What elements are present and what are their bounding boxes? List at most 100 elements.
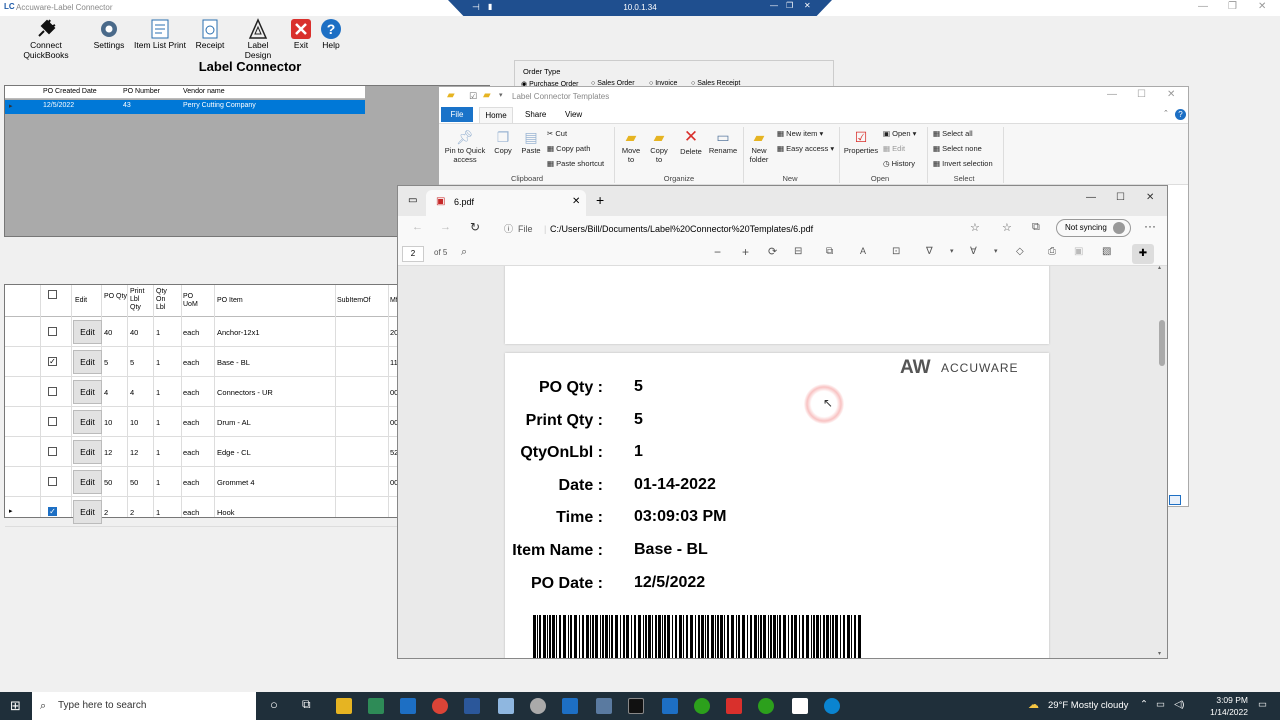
tab-actions-icon[interactable]: ▭ (408, 195, 417, 206)
po-row-selected[interactable]: ▸ 12/5/2022 43 Perry Cutting Company (5, 100, 365, 114)
row-checkbox[interactable]: ✓ (48, 357, 57, 366)
rotate-icon[interactable]: ⟳ (768, 245, 777, 258)
app-taskbar-icon-3[interactable] (562, 698, 578, 714)
paste-button[interactable]: ▤ Paste (519, 129, 543, 155)
edit-button[interactable]: Edit (73, 410, 102, 434)
maximize-icon[interactable]: ❐ (1228, 1, 1237, 12)
taskbar-search[interactable]: ⌕ Type here to search (32, 692, 256, 720)
app-taskbar-icon-2[interactable] (530, 698, 546, 714)
edge-browser-window[interactable]: ▭ ▣ 6.pdf ✕ + — ☐ ✕ ← → ↻ ⓘ File | C:/Us… (397, 185, 1168, 659)
select-all-button[interactable]: ▦ Select all (933, 129, 973, 138)
search-icon[interactable]: ⌕ (461, 246, 467, 259)
forward-icon[interactable]: → (440, 221, 451, 233)
header-po-number[interactable]: PO Number (123, 88, 160, 95)
tab-home[interactable]: Home (479, 107, 513, 123)
cortana-icon[interactable]: ○ (270, 697, 278, 712)
row-checkbox[interactable] (48, 477, 57, 486)
new-folder-button[interactable]: ▰ New folder (745, 129, 773, 164)
erase-icon[interactable]: ◇ (1016, 246, 1024, 257)
help-button[interactable]: ? Help (318, 18, 344, 50)
page-number-input[interactable]: 2 (402, 246, 424, 262)
network-icon[interactable]: ▭ (1156, 699, 1165, 710)
quickbooks-taskbar-icon-2[interactable] (758, 698, 774, 714)
header-po-created-date[interactable]: PO Created Date (43, 88, 97, 95)
delete-button[interactable]: ✕ Delete (677, 127, 705, 156)
table-row[interactable]: Edit40401eachAnchor-12x1203 (5, 317, 403, 347)
label-connector-taskbar-icon[interactable] (792, 698, 808, 714)
view-details-icon[interactable] (1169, 495, 1181, 505)
wps-taskbar-icon[interactable] (726, 698, 742, 714)
properties-button[interactable]: ☑ Properties (841, 129, 881, 155)
table-row[interactable]: ▸ ✓ Edit 2 2 1 each Hook (5, 497, 397, 527)
explorer-minimize-icon[interactable]: — (1107, 89, 1117, 100)
favorite-icon[interactable]: ☆ (970, 221, 980, 234)
browser-maximize-icon[interactable]: ☐ (1116, 192, 1125, 203)
windows-start-icon[interactable]: ⊞ (10, 698, 21, 714)
exit-button[interactable]: Exit (288, 18, 314, 50)
copy-button[interactable]: ❐ Copy (491, 129, 515, 155)
add-text-icon[interactable]: ⊡ (892, 246, 900, 257)
rdp-restore-icon[interactable]: ❐ (786, 1, 793, 10)
settings-button[interactable]: Settings (92, 18, 126, 50)
paste-shortcut-button[interactable]: ▦ Paste shortcut (547, 159, 604, 168)
move-to-button[interactable]: ▰ Move to (619, 129, 643, 164)
explorer-close-icon[interactable]: ✕ (1167, 89, 1175, 100)
new-item-button[interactable]: ▦ New item ▾ (777, 129, 823, 138)
edge-taskbar-icon[interactable] (824, 698, 840, 714)
back-icon[interactable]: ← (412, 221, 423, 233)
edit-button[interactable]: Edit (73, 350, 102, 374)
clock-time[interactable]: 3:09 PM (1200, 695, 1248, 705)
page-view-icon[interactable]: ⧉ (826, 246, 833, 257)
zoom-out-icon[interactable]: − (714, 245, 721, 259)
copy-to-button[interactable]: ▰ Copy to (647, 129, 671, 164)
collections-icon[interactable]: ⧉ (1032, 221, 1040, 234)
edit-button[interactable]: Edit (73, 380, 102, 404)
notifications-icon[interactable]: ▭ (1258, 699, 1267, 710)
help-icon[interactable]: ? (1175, 109, 1186, 120)
profile-sync-button[interactable]: Not syncing (1056, 219, 1131, 237)
read-aloud-icon[interactable]: A︎ (860, 246, 866, 256)
tab-view[interactable]: View (565, 110, 582, 119)
tab-pdf[interactable]: ▣ 6.pdf ✕ (426, 190, 586, 216)
task-view-icon[interactable]: ⧉ (302, 697, 311, 712)
easy-access-button[interactable]: ▦ Easy access ▾ (777, 144, 834, 153)
edit-button[interactable]: Edit (73, 500, 102, 524)
app-taskbar-icon-1[interactable] (498, 698, 514, 714)
invert-selection-button[interactable]: ▦ Invert selection (933, 159, 993, 168)
explorer-maximize-icon[interactable]: ☐ (1137, 89, 1146, 100)
scroll-up-icon[interactable]: ▴ (1158, 266, 1161, 271)
items-grid[interactable]: Edit PO Qty Print Lbl Qty Qty On Lbl PO … (4, 284, 403, 527)
refresh-icon[interactable]: ↻ (470, 220, 480, 234)
highlight-icon[interactable]: ∀ (970, 246, 977, 257)
table-row[interactable]: Edit10101eachDrum - AL007 (5, 407, 403, 437)
scrollbar[interactable]: ▴ ▾ (1158, 266, 1166, 658)
favorites-icon[interactable]: ☆ (1002, 221, 1012, 234)
header-vendor-name[interactable]: Vendor name (183, 88, 225, 95)
label-design-button[interactable]: Label Design (234, 18, 282, 60)
fit-page-icon[interactable]: ⊟ (794, 246, 802, 257)
address-bar[interactable]: ⓘ File | C:/Users/Bill/Documents/Label%2… (496, 219, 990, 239)
rdp-close-icon[interactable]: ✕ (804, 1, 811, 10)
app-taskbar-icon-5[interactable] (662, 698, 678, 714)
new-folder-qat-icon[interactable]: ▰ (483, 90, 491, 101)
clock-date[interactable]: 1/14/2022 (1196, 707, 1248, 717)
volume-icon[interactable]: ◁) (1174, 699, 1184, 710)
qat-icon[interactable]: ☑ (469, 91, 477, 102)
row-checkbox[interactable]: ✓ (48, 507, 57, 516)
edit-button[interactable]: ▦ Edit (883, 144, 905, 153)
pin-toolbar-icon[interactable]: ✚ (1132, 244, 1154, 264)
file-explorer-taskbar-icon[interactable] (336, 698, 352, 714)
row-checkbox[interactable] (48, 387, 57, 396)
mail-taskbar-icon[interactable] (400, 698, 416, 714)
minimize-icon[interactable]: — (1198, 1, 1208, 12)
qat-dropdown-icon[interactable]: ▾ (499, 91, 503, 99)
save-icon[interactable]: ▣ (1074, 246, 1083, 257)
new-tab-icon[interactable]: + (596, 192, 604, 208)
close-icon[interactable]: ✕ (1258, 1, 1266, 12)
table-row[interactable]: Edit441eachConnectors - UR003 (5, 377, 403, 407)
draw-dropdown-icon[interactable]: ▾ (950, 247, 954, 255)
table-row[interactable]: Edit50501eachGrommet 4003 (5, 467, 403, 497)
row-checkbox[interactable] (48, 417, 57, 426)
cut-button[interactable]: ✂ Cut (547, 129, 567, 138)
word-taskbar-icon[interactable] (464, 698, 480, 714)
